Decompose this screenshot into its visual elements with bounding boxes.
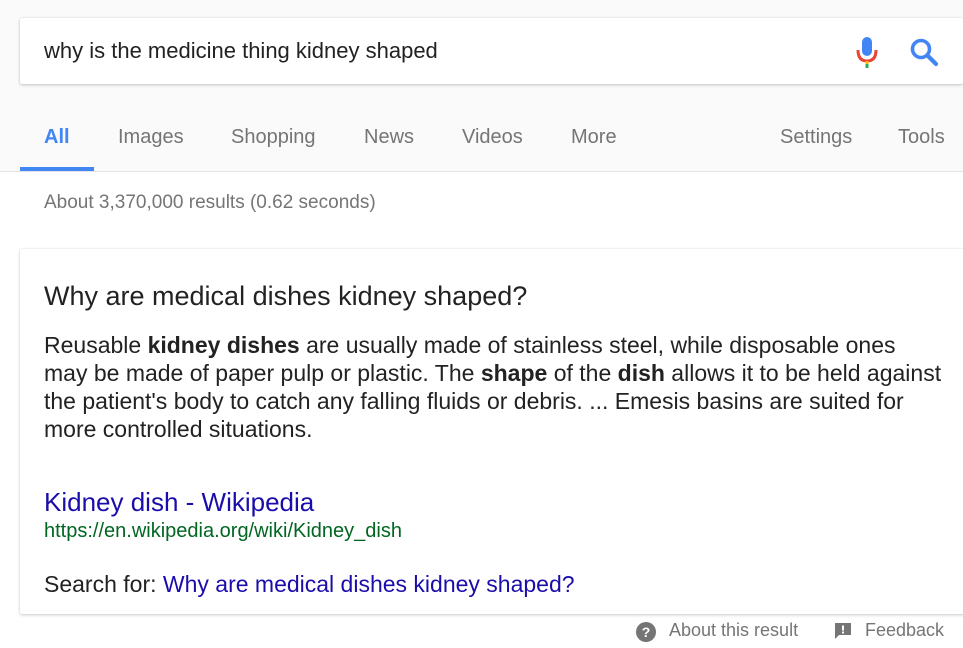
snippet-text-part: of the: [547, 360, 618, 386]
result-stats: About 3,370,000 results (0.62 seconds): [44, 192, 376, 213]
feedback-link[interactable]: Feedback: [865, 620, 944, 641]
svg-text:?: ?: [642, 624, 651, 640]
featured-snippet-card: Why are medical dishes kidney shaped? Re…: [20, 249, 963, 614]
result-url: https://en.wikipedia.org/wiki/Kidney_dis…: [44, 520, 402, 542]
microphone-icon[interactable]: [852, 35, 882, 69]
active-tab-indicator: [20, 167, 94, 171]
search-icon[interactable]: [908, 36, 940, 68]
tab-settings[interactable]: Settings: [780, 108, 852, 171]
tab-images[interactable]: Images: [118, 108, 184, 171]
search-input[interactable]: [44, 34, 824, 68]
feedback-icon[interactable]: [833, 621, 853, 641]
featured-snippet-text: Reusable kidney dishes are usually made …: [44, 331, 944, 443]
search-tabs: All Images Shopping News Videos More Set…: [0, 108, 963, 171]
search-for-row: Search for: Why are medical dishes kidne…: [44, 571, 575, 598]
tab-tools[interactable]: Tools: [898, 108, 945, 171]
tab-all[interactable]: All: [44, 108, 70, 171]
about-this-result-link[interactable]: About this result: [669, 620, 798, 641]
tab-shopping[interactable]: Shopping: [231, 108, 316, 171]
snippet-text-part: Reusable: [44, 332, 148, 358]
search-box: [20, 18, 963, 84]
search-for-label: Search for:: [44, 571, 157, 597]
help-circle-icon[interactable]: ?: [635, 621, 657, 643]
tab-videos[interactable]: Videos: [462, 108, 523, 171]
header-area: All Images Shopping News Videos More Set…: [0, 0, 963, 172]
search-for-link[interactable]: Why are medical dishes kidney shaped?: [163, 571, 575, 597]
snippet-highlight: kidney dishes: [147, 332, 300, 358]
snippet-highlight: shape: [480, 360, 548, 386]
tab-news[interactable]: News: [364, 108, 414, 171]
search-results-page: All Images Shopping News Videos More Set…: [0, 0, 963, 648]
result-title-link[interactable]: Kidney dish - Wikipedia: [44, 487, 314, 518]
snippet-highlight: dish: [617, 360, 665, 386]
featured-question: Why are medical dishes kidney shaped?: [44, 281, 528, 311]
tab-more[interactable]: More: [571, 108, 617, 171]
